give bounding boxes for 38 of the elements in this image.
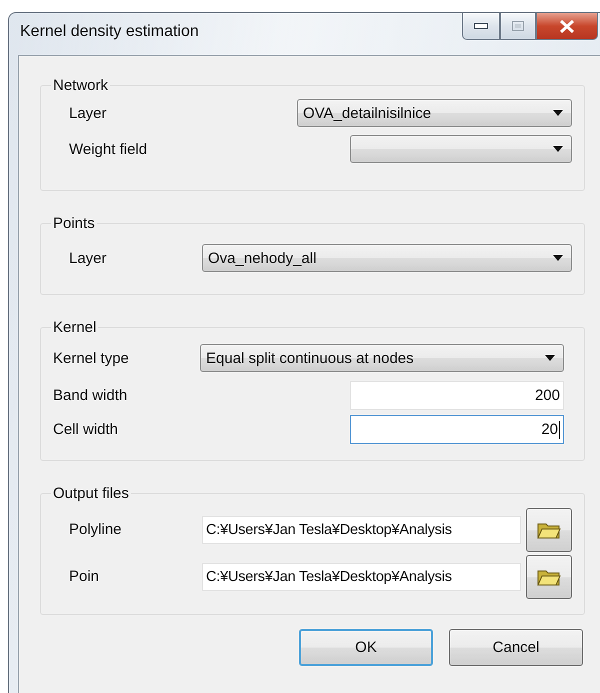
input-field[interactable]: C:¥Users¥Jan Tesla¥Desktop¥Analysis: [202, 562, 521, 590]
dropdown[interactable]: [350, 135, 572, 163]
minimize-button[interactable]: [462, 13, 500, 40]
input-field[interactable]: C:¥Users¥Jan Tesla¥Desktop¥Analysis: [202, 516, 521, 544]
field-label: Layer: [68, 104, 108, 122]
caret-icon: [545, 355, 555, 361]
field-label: Band width: [53, 387, 128, 404]
group-title: Points: [52, 215, 96, 232]
window-title: Kernel density estimation: [20, 23, 200, 41]
field-label: Weight field: [68, 140, 148, 158]
caret-icon: [553, 146, 563, 152]
field-label: Poin: [68, 568, 100, 585]
caret-icon: [553, 255, 563, 261]
maximize-icon: [512, 21, 524, 31]
field-label: Polyline: [68, 521, 123, 538]
dropdown[interactable]: OVA_detailnisilnice: [297, 99, 572, 127]
ok-button[interactable]: OK: [299, 629, 433, 666]
close-button[interactable]: [536, 13, 598, 40]
cancel-button[interactable]: Cancel: [449, 629, 583, 666]
close-icon: [559, 20, 575, 32]
caret-icon: [553, 110, 563, 116]
group-title: Output files: [52, 485, 130, 502]
browse-button[interactable]: [526, 554, 572, 598]
browse-button[interactable]: [526, 508, 572, 552]
dropdown[interactable]: Ova_nehody_all: [202, 244, 572, 272]
folder-icon: [537, 520, 561, 538]
minimize-icon: [474, 23, 488, 29]
dropdown[interactable]: Equal split continuous at nodes: [200, 344, 564, 372]
text-cursor: [559, 420, 560, 438]
maximize-button[interactable]: [500, 13, 536, 40]
input-field[interactable]: 200: [350, 381, 564, 410]
field-label: Layer: [68, 250, 108, 266]
group-title: Network: [52, 77, 110, 94]
input-field[interactable]: 20: [350, 415, 564, 444]
field-label: Kernel type: [53, 350, 130, 366]
folder-icon: [537, 568, 561, 586]
field-label: Cell width: [53, 421, 120, 438]
group-title: Kernel: [52, 319, 98, 336]
